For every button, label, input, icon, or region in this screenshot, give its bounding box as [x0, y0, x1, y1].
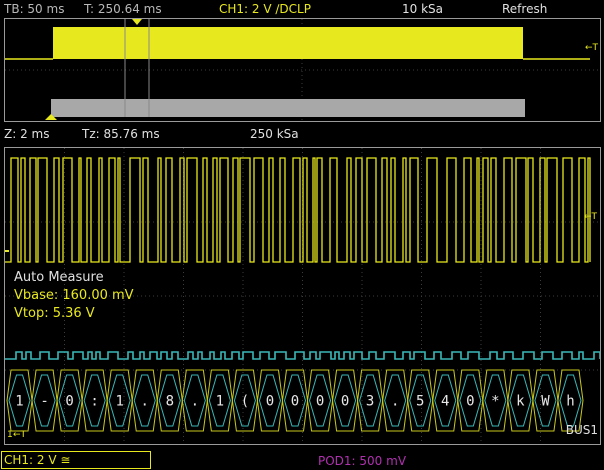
bus-symbol: 1	[15, 394, 23, 410]
bus-frame[interactable]: 1	[106, 369, 133, 432]
bus-frame[interactable]: 0	[281, 369, 309, 432]
vbase-value: Vbase: 160.00 mV	[14, 288, 134, 303]
refresh-button[interactable]: Refresh	[502, 1, 547, 17]
bus-symbol: 5	[416, 394, 424, 410]
overview-window[interactable]: ←T	[4, 18, 601, 122]
bus-label[interactable]: BUS1	[566, 422, 598, 438]
bus-frame[interactable]: 5	[407, 369, 434, 432]
bus-frame[interactable]: 0	[457, 369, 484, 432]
trigger-level-marker-overview[interactable]: ←T	[585, 43, 598, 53]
bus-frame[interactable]: (	[231, 369, 258, 432]
bus-symbol: 0	[291, 394, 299, 410]
bus-symbol: 0	[65, 394, 73, 410]
bus-frame[interactable]: 4	[432, 369, 459, 432]
zoom-factor-readout[interactable]: Z: 2 ms	[4, 126, 49, 142]
bus-symbol: 0	[316, 394, 324, 410]
ch1-setting-readout[interactable]: CH1: 2 V ∕DCLP	[219, 1, 311, 17]
bus-symbol: h	[566, 394, 574, 410]
bus-symbol: 1	[115, 394, 123, 410]
bus-symbol: .	[141, 394, 149, 410]
overview-ch1-trace	[5, 27, 590, 60]
bus-digital-trace	[5, 351, 600, 360]
bus-symbol: 4	[441, 394, 449, 410]
bus-frame[interactable]: *	[482, 369, 509, 432]
auto-measure-panel[interactable]: Auto Measure Vbase: 160.00 mV Vtop: 5.36…	[14, 269, 134, 323]
bus-frame[interactable]: 0	[307, 369, 334, 432]
bus-symbol: -	[40, 394, 48, 410]
channel-marker-bus[interactable]: 1	[7, 430, 13, 440]
bus-symbol: 8	[166, 394, 174, 410]
sample-rate-readout[interactable]: 10 kSa	[402, 1, 443, 17]
bus-frame[interactable]: .	[131, 369, 158, 432]
bus-frame[interactable]: 0	[56, 369, 83, 432]
ch1-zoom-trace	[5, 157, 591, 263]
ch1-footer-button[interactable]: CH1: 2 V ≅	[1, 451, 151, 469]
trigger-time-readout[interactable]: T: 250.64 ms	[84, 1, 162, 17]
bus-symbol: 0	[341, 394, 349, 410]
bus-symbol: W	[541, 394, 550, 410]
bus-frame[interactable]: 3	[357, 369, 384, 432]
bus-symbol: 0	[266, 394, 274, 410]
pod1-footer-label[interactable]: POD1: 500 mV	[318, 453, 406, 469]
top-status-bar: TB: 50 ms T: 250.64 ms CH1: 2 V ∕DCLP 10…	[0, 0, 604, 18]
timebase-readout[interactable]: TB: 50 ms	[4, 1, 64, 17]
bus-symbol: 3	[366, 394, 374, 410]
bus-frame[interactable]: W	[532, 369, 559, 432]
bus-symbol: k	[516, 394, 525, 410]
trigger-level-marker-zoom[interactable]: ←T	[584, 212, 597, 222]
bus-symbol: .	[391, 394, 399, 410]
zoom-sample-rate-readout[interactable]: 250 kSa	[250, 126, 299, 142]
bus-frame[interactable]: -	[31, 369, 58, 432]
zoom-window[interactable]: 1 - 0: 1. 8. 1 (0 0 0 0 3. 5 4 0 * k Wh ←T 1 ←T Auto Mea…	[4, 147, 601, 445]
bus-frame[interactable]: .	[181, 369, 208, 432]
bus-symbol: :	[90, 394, 98, 410]
bus-frame[interactable]: 8	[156, 369, 183, 432]
vtop-value: Vtop: 5.36 V	[14, 306, 95, 321]
bus-frame[interactable]: 0	[332, 369, 359, 432]
trigger-level-marker-bus[interactable]: ←T	[13, 430, 26, 440]
bus-symbol: .	[191, 394, 199, 410]
bus-frame[interactable]: 1	[6, 369, 33, 432]
zoom-time-readout[interactable]: Tz: 85.76 ms	[82, 126, 160, 142]
auto-measure-title: Auto Measure	[14, 270, 104, 285]
channel-footer: CH1: 2 V ≅ POD1: 500 mV	[0, 450, 604, 470]
bus-frame[interactable]: .	[382, 369, 409, 432]
bus-decode-row[interactable]: 1 - 0: 1. 8. 1 (0 0 0 0 3. 5 4 0 * k Wh	[6, 369, 584, 432]
zoom-window-indicator[interactable]	[51, 99, 525, 117]
overview-plot	[5, 19, 600, 121]
bus-frame[interactable]: :	[81, 369, 108, 432]
bus-symbol: (	[241, 394, 249, 410]
bus-frame[interactable]: 0	[256, 369, 283, 432]
bus-frame[interactable]: k	[507, 369, 534, 432]
bus-symbol: 1	[216, 394, 224, 410]
bus-symbol: 0	[466, 394, 474, 410]
trigger-time-marker[interactable]	[132, 19, 142, 25]
zoom-info-bar: Z: 2 ms Tz: 85.76 ms 250 kSa	[0, 124, 604, 144]
bus-frame[interactable]: 1	[206, 369, 233, 432]
bus-symbol: *	[491, 394, 499, 410]
